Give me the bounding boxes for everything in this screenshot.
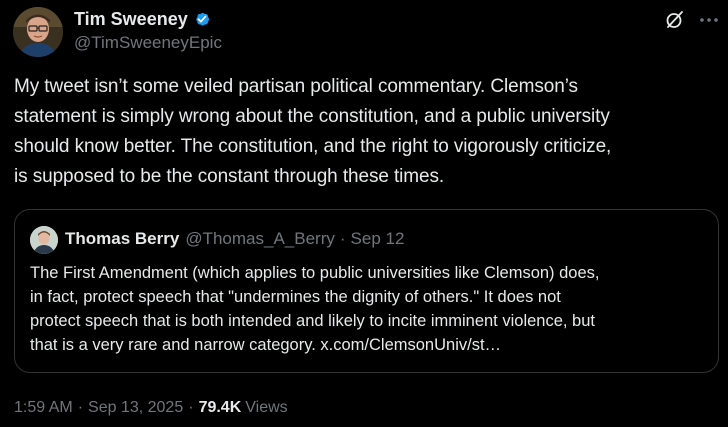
quoted-tweet[interactable]: Thomas Berry @Thomas_A_Berry · Sep 12 Th… [14,209,719,373]
author-info: Tim Sweeney @TimSweeneyEpic [74,8,222,53]
views-count: 79.4K [198,399,242,416]
tweet-meta: 1:59 AM · Sep 13, 2025 · 79.4K Views [14,399,288,417]
author-display-name[interactable]: Tim Sweeney [74,9,188,30]
verified-badge-icon[interactable] [192,9,212,29]
tweet-text: My tweet isn’t some veiled partisan poli… [14,76,612,187]
meta-separator-2: · [188,399,194,416]
quoted-date[interactable]: Sep 12 [351,229,405,249]
quoted-header: Thomas Berry @Thomas_A_Berry · Sep 12 [65,229,404,249]
quoted-handle[interactable]: @Thomas_A_Berry [185,229,335,249]
profile-photo-icon [13,7,63,57]
tweet: Tim Sweeney @TimSweeneyEpic My tweet isn… [0,0,728,427]
views-label: Views [245,399,288,416]
grok-icon[interactable] [663,8,687,32]
quoted-separator: · [339,229,346,248]
more-options-icon[interactable] [697,8,721,32]
quoted-display-name[interactable]: Thomas Berry [65,229,179,249]
meta-separator: · [77,399,84,416]
tweet-date[interactable]: Sep 13, 2025 [88,399,183,417]
quoted-author-avatar[interactable] [30,226,58,254]
author-handle[interactable]: @TimSweeneyEpic [74,33,222,53]
author-name-row: Tim Sweeney [74,8,222,30]
quoted-text: The First Amendment (which applies to pu… [30,264,600,354]
quoted-profile-photo-icon [30,226,58,254]
author-avatar[interactable] [13,7,63,57]
tweet-time[interactable]: 1:59 AM [14,399,73,417]
